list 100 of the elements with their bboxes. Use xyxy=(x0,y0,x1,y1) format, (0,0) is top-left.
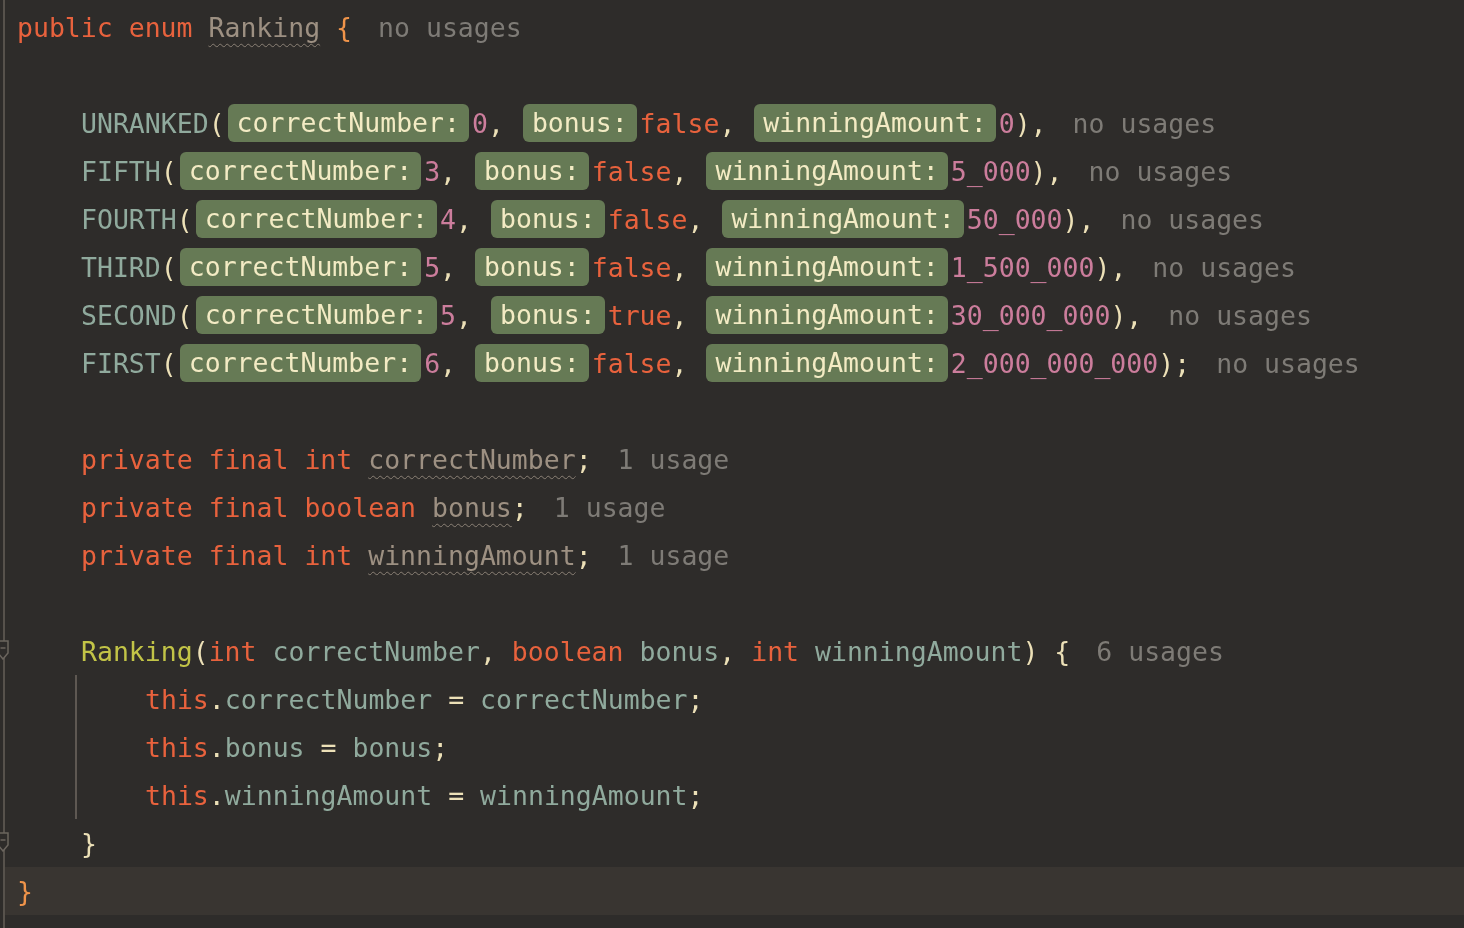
parameter-hint: winningAmount: xyxy=(722,200,964,238)
keyword: boolean xyxy=(511,635,625,667)
identifier: Ranking xyxy=(208,11,321,43)
brace: { xyxy=(335,11,353,43)
number: 4 xyxy=(440,203,457,235)
punctuation: ) { xyxy=(1022,635,1071,667)
punctuation: , xyxy=(487,107,505,139)
punctuation: ; xyxy=(575,443,592,475)
number: 6 xyxy=(424,347,441,379)
number: 3 xyxy=(424,155,441,187)
parameter-hint: correctNumber: xyxy=(179,152,422,190)
punctuation: , xyxy=(456,203,473,235)
keyword: enum xyxy=(128,11,194,43)
number: 1_500_000 xyxy=(950,251,1095,283)
punctuation: = xyxy=(447,683,466,715)
punctuation: . xyxy=(208,731,225,763)
punctuation: ( xyxy=(192,635,209,667)
punctuation: ; xyxy=(687,779,704,811)
keyword: private xyxy=(81,443,194,475)
punctuation: ), xyxy=(1062,203,1095,235)
keyword: this xyxy=(145,731,209,763)
punctuation: , xyxy=(719,635,737,667)
parameter-hint: correctNumber: xyxy=(195,200,438,238)
punctuation: , xyxy=(440,251,458,283)
punctuation: ( xyxy=(176,299,193,331)
number: 50_000 xyxy=(966,203,1063,235)
keyword: private xyxy=(81,491,194,523)
enum-constant: FOURTH xyxy=(81,203,177,235)
identifier: bonus xyxy=(432,491,512,523)
usage-hint[interactable]: no usages xyxy=(1072,107,1217,139)
number: 0 xyxy=(472,107,488,139)
parameter-hint: bonus: xyxy=(490,200,605,238)
constructor-name: Ranking xyxy=(81,635,193,667)
keyword: this xyxy=(145,779,209,811)
usage-hint[interactable]: no usages xyxy=(1152,251,1296,283)
punctuation: } xyxy=(81,827,97,859)
usage-hint[interactable]: 6 usages xyxy=(1096,635,1224,667)
usage-hint[interactable]: no usages xyxy=(1088,155,1233,187)
enum-constant: SECOND xyxy=(81,299,177,331)
number: 5 xyxy=(440,299,457,331)
parameter-hint: correctNumber: xyxy=(195,296,438,334)
punctuation: = xyxy=(319,731,338,763)
variable: winningAmount xyxy=(224,779,433,811)
punctuation: ( xyxy=(160,347,177,379)
punctuation: , xyxy=(479,635,497,667)
keyword: int xyxy=(304,443,354,475)
keyword: false xyxy=(639,107,720,139)
punctuation: ( xyxy=(160,155,177,187)
punctuation: ( xyxy=(176,203,193,235)
keyword: final xyxy=(208,539,290,571)
usage-hint[interactable]: 1 usage xyxy=(553,491,666,523)
punctuation: ; xyxy=(575,539,592,571)
keyword: public xyxy=(17,11,114,43)
code-editor[interactable] xyxy=(3,0,1464,928)
number: 2_000_000_000 xyxy=(950,347,1159,379)
punctuation: ), xyxy=(1094,251,1127,283)
number: 30_000_000 xyxy=(950,299,1111,331)
variable: correctNumber xyxy=(480,683,688,715)
enum-constant: FIRST xyxy=(81,347,161,379)
punctuation: ), xyxy=(1030,155,1063,187)
keyword: final xyxy=(208,443,290,475)
punctuation: = xyxy=(447,779,466,811)
parameter-hint: bonus: xyxy=(475,344,589,382)
punctuation: ; xyxy=(432,731,449,763)
keyword: int xyxy=(751,635,801,667)
parameter-hint: bonus: xyxy=(490,296,605,334)
number: 0 xyxy=(998,107,1015,139)
punctuation: . xyxy=(208,683,225,715)
usage-hint[interactable]: no usages xyxy=(1120,203,1265,235)
variable: winningAmount xyxy=(815,635,1023,667)
variable: bonus xyxy=(224,731,305,763)
keyword: false xyxy=(591,155,672,187)
usage-hint[interactable]: 1 usage xyxy=(617,539,730,571)
number: 5_000 xyxy=(950,155,1031,187)
fold-icon[interactable] xyxy=(0,640,9,660)
punctuation: , xyxy=(671,155,689,187)
usage-hint[interactable]: no usages xyxy=(1216,347,1360,379)
number: 5 xyxy=(424,251,441,283)
parameter-hint: correctNumber: xyxy=(179,344,422,382)
keyword: this xyxy=(145,683,209,715)
punctuation: , xyxy=(456,299,473,331)
keyword: private xyxy=(81,539,194,571)
keyword: int xyxy=(208,635,258,667)
punctuation: , xyxy=(440,155,458,187)
keyword: final xyxy=(208,491,290,523)
punctuation: ), xyxy=(1110,299,1143,331)
keyword: false xyxy=(591,347,672,379)
parameter-hint: correctNumber: xyxy=(179,248,422,286)
fold-icon[interactable] xyxy=(0,832,9,852)
punctuation: , xyxy=(671,347,689,379)
keyword: boolean xyxy=(304,491,418,523)
keyword: int xyxy=(304,539,354,571)
variable: correctNumber xyxy=(224,683,433,715)
parameter-hint: winningAmount: xyxy=(706,296,948,334)
usage-hint[interactable]: no usages xyxy=(1168,299,1312,331)
keyword: true xyxy=(607,299,672,331)
usage-hint[interactable]: no usages xyxy=(378,11,522,43)
parameter-hint: correctNumber: xyxy=(227,104,469,142)
punctuation: , xyxy=(440,347,458,379)
usage-hint[interactable]: 1 usage xyxy=(617,443,730,475)
